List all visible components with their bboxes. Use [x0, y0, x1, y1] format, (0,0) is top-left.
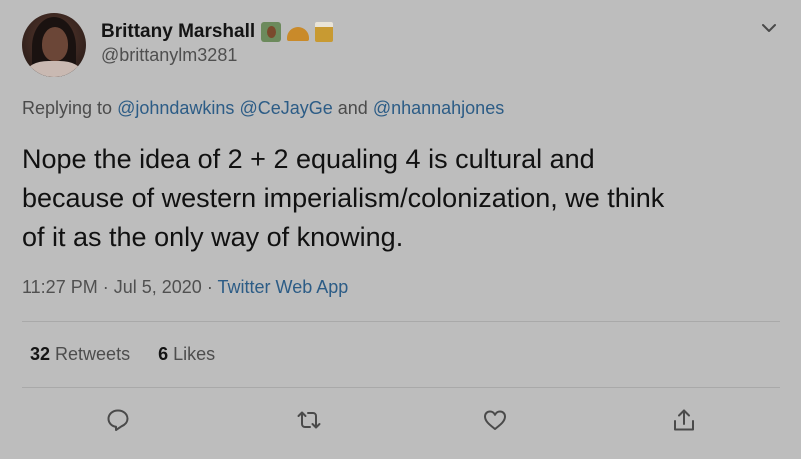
meta-separator: · — [102, 277, 109, 297]
likes-count: 6 — [158, 344, 169, 364]
chevron-down-icon[interactable] — [760, 19, 778, 37]
share-button[interactable] — [670, 406, 698, 434]
tweet-stats: 32 Retweets 6 Likes — [30, 344, 215, 365]
tweet-meta: 11:27 PM · Jul 5, 2020 · Twitter Web App — [22, 277, 348, 298]
retweet-button[interactable] — [295, 406, 323, 434]
retweet-icon — [297, 411, 321, 429]
divider — [22, 387, 780, 388]
tweet-card: Brittany Marshall @brittanylm3281 Replyi… — [0, 0, 801, 459]
mention-link[interactable]: @nhannahjones — [373, 98, 504, 118]
mention-link[interactable]: @CeJayGe — [239, 98, 332, 118]
taco-emoji-icon — [287, 27, 310, 41]
beer-emoji-icon — [315, 22, 334, 42]
meta-separator: · — [206, 277, 213, 297]
likes-stat[interactable]: 6 Likes — [158, 344, 215, 365]
heart-icon — [484, 410, 506, 430]
tweet-date[interactable]: Jul 5, 2020 — [114, 277, 202, 297]
retweets-label: Retweets — [55, 344, 131, 364]
author-name-row: Brittany Marshall — [101, 20, 334, 44]
divider — [22, 321, 780, 322]
replying-to-label: Replying to — [22, 98, 113, 118]
tweet-time[interactable]: 11:27 PM — [22, 277, 98, 297]
reply-button[interactable] — [104, 406, 132, 434]
replying-to: Replying to @johndawkins @CeJayGe and @n… — [22, 98, 504, 119]
teacher-emoji-icon — [261, 22, 282, 42]
reply-icon — [107, 409, 129, 431]
retweets-stat[interactable]: 32 Retweets — [30, 344, 130, 365]
tweet-text: Nope the idea of 2 + 2 equaling 4 is cul… — [22, 144, 665, 252]
retweets-count: 32 — [30, 344, 51, 364]
mention-link[interactable]: @johndawkins — [117, 98, 234, 118]
like-button[interactable] — [481, 406, 509, 434]
author-handle[interactable]: @brittanylm3281 — [101, 45, 237, 66]
conjunction-label: and — [337, 98, 368, 118]
avatar[interactable] — [22, 13, 86, 77]
share-icon — [674, 409, 694, 431]
tweet-source-link[interactable]: Twitter Web App — [218, 277, 349, 297]
author-display-name[interactable]: Brittany Marshall — [101, 21, 255, 43]
likes-label: Likes — [173, 344, 216, 364]
